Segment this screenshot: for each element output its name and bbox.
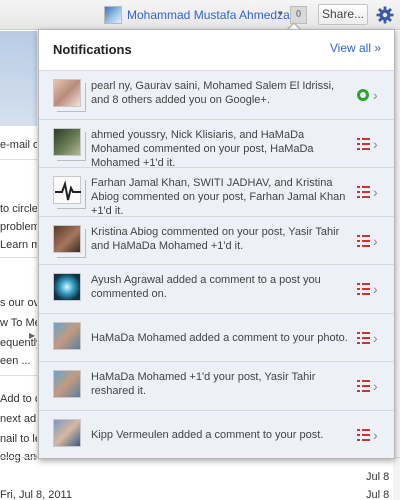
- chevron-right-icon[interactable]: ›: [373, 378, 383, 394]
- background-snippet: problem: [0, 221, 37, 233]
- username-link[interactable]: Mohammad Mustafa Ahmedzai: [127, 8, 292, 22]
- notification-item[interactable]: Ayush Agrawal added a comment to a post …: [39, 264, 394, 313]
- message-date-full: Fri, Jul 8, 2011: [0, 489, 72, 500]
- notification-item[interactable]: ahmed youssry, Nick Klisiaris, and HaMaD…: [39, 118, 394, 169]
- list-icon[interactable]: [357, 234, 371, 248]
- chevron-right-icon[interactable]: ›: [373, 87, 383, 103]
- share-button[interactable]: Share...: [318, 4, 368, 25]
- background-snippet: Learn m: [0, 239, 37, 251]
- avatar: [53, 321, 81, 350]
- notification-text: pearl ny, Gaurav saini, Mohamed Salem El…: [91, 80, 335, 106]
- gear-icon[interactable]: [376, 6, 394, 24]
- add-to-circles-icon[interactable]: [357, 88, 371, 102]
- notification-list: pearl ny, Gaurav saini, Mohamed Salem El…: [29, 70, 394, 458]
- list-icon[interactable]: [357, 331, 371, 345]
- background-snippet: Add to c: [0, 393, 37, 405]
- notification-text: Kristina Abiog commented on your post, Y…: [91, 225, 340, 252]
- notification-item[interactable]: HaMaDa Mohamed +1'd your post, Yasir Tah…: [39, 361, 394, 410]
- chevron-right-icon[interactable]: ›: [373, 184, 383, 200]
- chevron-right-icon[interactable]: ›: [373, 136, 383, 152]
- panel-title: Notifications: [53, 42, 132, 57]
- list-icon[interactable]: [357, 379, 371, 393]
- divider: [0, 257, 37, 258]
- notification-item[interactable]: pearl ny, Gaurav saini, Mohamed Salem El…: [39, 70, 394, 119]
- avatar: [53, 418, 81, 447]
- view-all-link[interactable]: View all »: [330, 41, 381, 55]
- notification-text: Ayush Agrawal added a comment to a post …: [91, 274, 321, 300]
- list-icon[interactable]: [357, 428, 371, 442]
- background-snippet: s our ov: [0, 297, 37, 309]
- panel-header: Notifications View all »: [39, 30, 394, 70]
- notification-text: HaMaDa Mohamed added a comment to your p…: [91, 331, 348, 344]
- notification-item[interactable]: Kristina Abiog commented on your post, Y…: [39, 215, 394, 264]
- top-bar: Mohammad Mustafa Ahmedzai ▾ 0 Share...: [0, 0, 400, 30]
- chevron-right-icon[interactable]: ›: [373, 330, 383, 346]
- avatar: [53, 176, 86, 209]
- chevron-down-icon[interactable]: ▾: [278, 8, 283, 19]
- notification-text: HaMaDa Mohamed +1'd your post, Yasir Tah…: [91, 371, 316, 397]
- notification-item[interactable]: Kipp Vermeulen added a comment to your p…: [39, 409, 394, 458]
- chevron-right-icon[interactable]: ›: [373, 281, 383, 297]
- background-header-band: [0, 31, 37, 126]
- background-snippet: w To Me: [0, 317, 37, 329]
- notification-item[interactable]: ▶ HaMaDa Mohamed added a comment to your…: [29, 312, 394, 361]
- notification-text: Kipp Vermeulen added a comment to your p…: [91, 428, 324, 441]
- avatar: [53, 224, 86, 258]
- notifications-panel: Notifications View all » pearl ny, Gaura…: [29, 29, 395, 459]
- avatar: [53, 79, 86, 112]
- background-snippet: to circle: [0, 203, 37, 215]
- divider: [0, 159, 37, 160]
- background-snippet: e-mail o: [0, 139, 37, 151]
- heartbeat-icon: [55, 180, 81, 201]
- list-icon[interactable]: [357, 137, 371, 151]
- avatar: [53, 273, 81, 301]
- avatar: [53, 127, 86, 161]
- list-icon[interactable]: [357, 185, 371, 199]
- message-date: Jul 8: [366, 489, 390, 500]
- notification-text: ahmed youssry, Nick Klisiaris, and HaMaD…: [91, 128, 314, 169]
- background-snippet: next ad: [0, 413, 37, 425]
- chevron-right-icon[interactable]: ›: [373, 233, 383, 249]
- avatar: [53, 370, 81, 398]
- user-avatar[interactable]: [104, 6, 122, 24]
- background-snippet: nail to le: [0, 433, 37, 445]
- background-snippet: een ...: [0, 355, 31, 367]
- divider: [0, 375, 37, 376]
- message-date: Jul 8: [366, 471, 390, 483]
- notification-item[interactable]: Farhan Jamal Khan, SWITI JADHAV, and Kri…: [39, 167, 394, 217]
- caret-right-icon: ▶: [29, 330, 36, 340]
- notification-text: Farhan Jamal Khan, SWITI JADHAV, and Kri…: [91, 177, 346, 217]
- chevron-right-icon[interactable]: ›: [373, 427, 383, 443]
- list-icon[interactable]: [357, 282, 371, 296]
